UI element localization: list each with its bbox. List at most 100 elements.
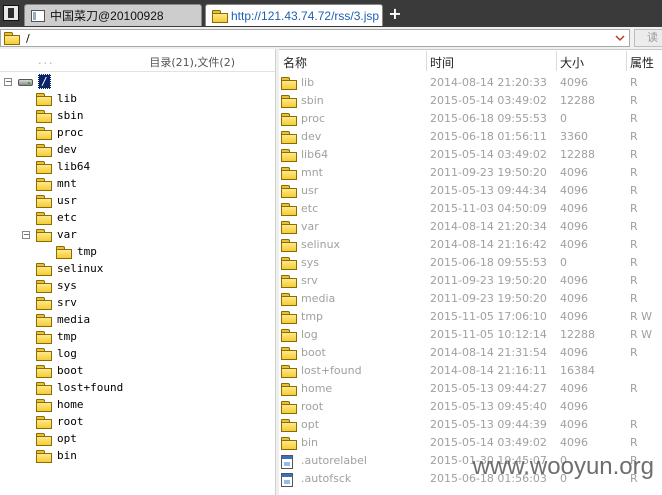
tree-item-label: srv: [57, 296, 77, 309]
table-row[interactable]: sbin 2015-05-14 03:49:02 12288 R: [278, 92, 662, 110]
tree-item[interactable]: root: [36, 413, 84, 430]
table-row[interactable]: boot 2014-08-14 21:31:54 4096 R: [278, 344, 662, 362]
folder-icon: [281, 401, 297, 414]
table-row[interactable]: etc 2015-11-03 04:50:09 4096 R: [278, 200, 662, 218]
table-row[interactable]: media 2011-09-23 19:50:20 4096 R: [278, 290, 662, 308]
path-value: /: [26, 31, 30, 45]
tree-item[interactable]: dev: [36, 141, 77, 158]
tree-item[interactable]: selinux: [36, 260, 103, 277]
read-button[interactable]: 读: [634, 29, 662, 47]
file-size: 12288: [560, 148, 595, 161]
file-size: 4096: [560, 292, 588, 305]
table-row[interactable]: sys 2015-06-18 09:55:53 0 R: [278, 254, 662, 272]
file-size: 4096: [560, 220, 588, 233]
tree-item[interactable]: lib: [36, 90, 77, 107]
app-menu-icon[interactable]: [3, 5, 19, 21]
file-size: 0: [560, 112, 567, 125]
tree-item[interactable]: tmp: [56, 243, 97, 260]
table-row[interactable]: dev 2015-06-18 01:56:11 3360 R: [278, 128, 662, 146]
table-row[interactable]: srv 2011-09-23 19:50:20 4096 R: [278, 272, 662, 290]
table-row[interactable]: var 2014-08-14 21:20:34 4096 R: [278, 218, 662, 236]
tree-item[interactable]: home: [36, 396, 84, 413]
table-row[interactable]: usr 2015-05-13 09:44:34 4096 R: [278, 182, 662, 200]
file-perm: R: [630, 274, 638, 287]
folder-icon: [36, 415, 52, 429]
table-row[interactable]: mnt 2011-09-23 19:50:20 4096 R: [278, 164, 662, 182]
file-name: srv: [301, 274, 318, 287]
collapse-toggle[interactable]: −: [22, 231, 30, 239]
tree-item-label: media: [57, 313, 91, 326]
tree-item[interactable]: opt: [36, 430, 77, 447]
column-divider[interactable]: [426, 51, 427, 71]
folder-icon: [36, 296, 52, 310]
column-size[interactable]: 大小: [560, 54, 584, 71]
table-row[interactable]: opt 2015-05-13 09:44:39 4096 R: [278, 416, 662, 434]
tree-item[interactable]: media: [36, 311, 90, 328]
table-row[interactable]: log 2015-11-05 10:12:14 12288 R W: [278, 326, 662, 344]
column-perm[interactable]: 属性: [630, 54, 654, 71]
tree-item[interactable]: boot: [36, 362, 84, 379]
tree-item[interactable]: srv: [36, 294, 77, 311]
path-input[interactable]: /: [0, 29, 630, 47]
tree-item[interactable]: bin: [36, 447, 77, 464]
folder-icon: [36, 92, 52, 106]
tab-home[interactable]: 中国菜刀@20100928: [24, 4, 202, 26]
tree-item[interactable]: lib64: [36, 158, 90, 175]
table-row[interactable]: tmp 2015-11-05 17:06:10 4096 R W: [278, 308, 662, 326]
file-name: dev: [301, 130, 322, 143]
tree-item[interactable]: proc: [36, 124, 84, 141]
file-name: selinux: [301, 238, 341, 251]
tree-item[interactable]: var: [36, 226, 77, 243]
table-row[interactable]: selinux 2014-08-14 21:16:42 4096 R: [278, 236, 662, 254]
file-perm: R: [630, 238, 638, 251]
tree-item[interactable]: usr: [36, 192, 77, 209]
chevron-down-icon[interactable]: [615, 33, 625, 43]
folder-icon: [36, 143, 52, 157]
folder-icon: [281, 383, 297, 396]
tree-item-label: etc: [57, 211, 77, 224]
tree-item-label: proc: [57, 126, 84, 139]
folder-icon: [281, 293, 297, 306]
file-perm: R: [630, 76, 638, 89]
folder-icon: [281, 167, 297, 180]
folder-icon: [4, 32, 20, 45]
tree-root[interactable]: /: [18, 73, 51, 90]
table-row[interactable]: lost+found 2014-08-14 21:16:11 16384: [278, 362, 662, 380]
tree-item[interactable]: etc: [36, 209, 77, 226]
file-time: 2015-11-03 04:50:09: [430, 202, 547, 215]
new-tab-button[interactable]: +: [386, 5, 404, 23]
file-name: home: [301, 382, 333, 395]
tab-shell[interactable]: http://121.43.74.72/rss/3.jsp: [205, 4, 383, 26]
file-name: lib64: [301, 148, 329, 161]
collapse-toggle[interactable]: −: [4, 78, 12, 86]
tree-item[interactable]: sys: [36, 277, 77, 294]
tree-header-dots: ...: [38, 54, 55, 67]
file-size: 4096: [560, 76, 588, 89]
folder-icon: [36, 126, 52, 140]
tree-item[interactable]: mnt: [36, 175, 77, 192]
table-row[interactable]: lib 2014-08-14 21:20:33 4096 R: [278, 74, 662, 92]
tree-item[interactable]: lost+found: [36, 379, 123, 396]
tree-item[interactable]: tmp: [36, 328, 77, 345]
tree-item[interactable]: log: [36, 345, 77, 362]
tree-item-label: lost+found: [57, 381, 124, 394]
table-row[interactable]: home 2015-05-13 09:44:27 4096 R: [278, 380, 662, 398]
file-time: 2014-08-14 21:20:33: [430, 76, 547, 89]
tree-item-label: sbin: [57, 109, 84, 122]
folder-icon: [281, 185, 297, 198]
tree-item[interactable]: sbin: [36, 107, 84, 124]
tree-item-label: log: [57, 347, 77, 360]
file-size: 4096: [560, 418, 588, 431]
column-divider[interactable]: [556, 51, 557, 71]
table-row[interactable]: lib64 2015-05-14 03:49:02 12288 R: [278, 146, 662, 164]
table-row[interactable]: proc 2015-06-18 09:55:53 0 R: [278, 110, 662, 128]
file-time: 2015-05-13 09:44:27: [430, 382, 547, 395]
file-name: etc: [301, 202, 319, 215]
column-time[interactable]: 时间: [430, 54, 454, 71]
column-name[interactable]: 名称: [283, 54, 307, 71]
tree-root-label: /: [38, 74, 51, 89]
table-row[interactable]: bin 2015-05-14 03:49:02 4096 R: [278, 434, 662, 452]
table-row[interactable]: root 2015-05-13 09:45:40 4096: [278, 398, 662, 416]
file-time: 2011-09-23 19:50:20: [430, 274, 547, 287]
column-divider[interactable]: [626, 51, 627, 71]
